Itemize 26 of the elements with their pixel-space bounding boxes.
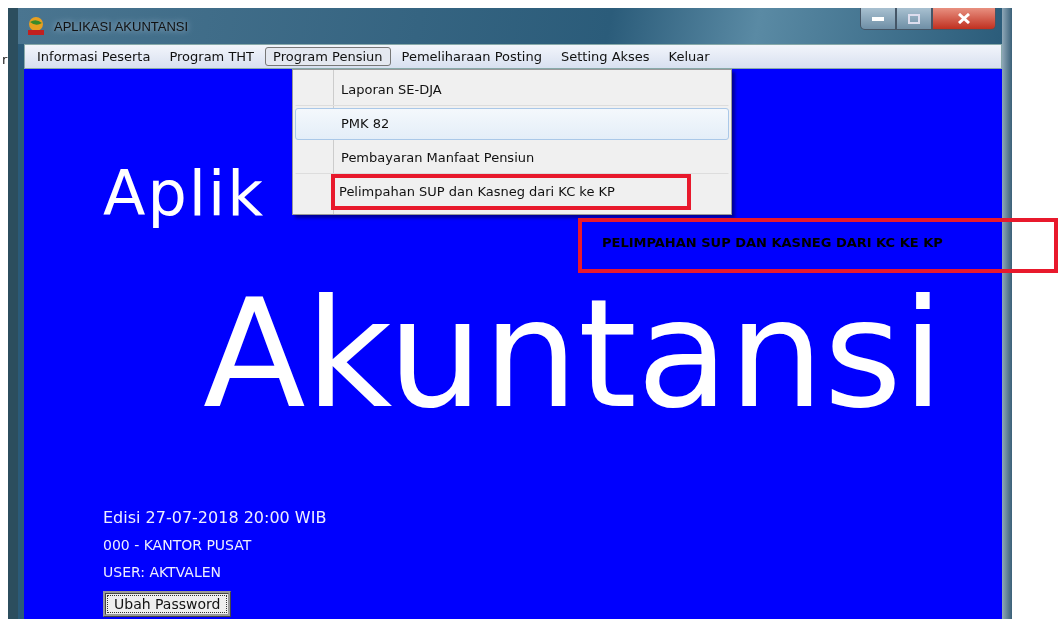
dropdown-item[interactable]: Pembayaran Manfaat Pensiun bbox=[295, 142, 729, 174]
window-title: APLIKASI AKUNTANSI bbox=[54, 18, 189, 34]
splash-title: Aplik bbox=[103, 159, 266, 229]
annotation-text: PELIMPAHAN SUP DAN KASNEG DARI KC KE KP bbox=[602, 235, 943, 250]
change-password-button[interactable]: Ubah Password bbox=[103, 591, 232, 617]
menu-item[interactable]: Informasi Peserta bbox=[29, 47, 159, 66]
dropdown-item[interactable]: Laporan SE-DJA bbox=[295, 74, 729, 106]
menu-item[interactable]: Program THT bbox=[161, 47, 263, 66]
splash-title: Akuntansi bbox=[203, 291, 944, 417]
edition-text: Edisi 27-07-2018 20:00 WIB bbox=[103, 508, 327, 527]
menu-item[interactable]: Keluar bbox=[660, 47, 718, 66]
maximize-button[interactable] bbox=[896, 8, 932, 30]
menu-item[interactable]: Setting Akses bbox=[552, 47, 658, 66]
dropdown-item[interactable]: PMK 82 bbox=[295, 108, 729, 140]
close-icon bbox=[957, 13, 971, 24]
user-text: USER: AKTVALEN bbox=[103, 564, 222, 580]
close-button[interactable] bbox=[932, 8, 996, 30]
maximize-icon bbox=[908, 13, 920, 24]
desktop-text: r bbox=[2, 52, 8, 67]
globe-icon bbox=[26, 16, 46, 36]
minimize-icon bbox=[872, 16, 884, 21]
dropdown-item[interactable]: Pelimpahan SUP dan Kasneg dari KC ke KP bbox=[333, 176, 689, 208]
office-text: 000 - KANTOR PUSAT bbox=[103, 537, 252, 553]
minimize-button[interactable] bbox=[860, 8, 896, 30]
menu-item[interactable]: Pemeliharaan Posting bbox=[393, 47, 550, 66]
menu-item[interactable]: Program Pensiun bbox=[265, 47, 391, 66]
